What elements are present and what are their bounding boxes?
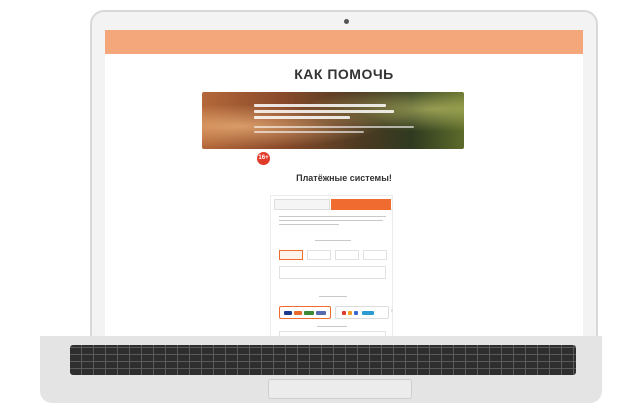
wallet-logo-icon bbox=[342, 311, 346, 315]
hero-glow bbox=[202, 92, 464, 149]
hero-banner bbox=[202, 92, 464, 149]
camera-icon bbox=[344, 19, 349, 24]
wallet-logo-icon bbox=[348, 311, 352, 315]
description-text-line bbox=[279, 216, 386, 217]
hero-text-line bbox=[254, 104, 386, 107]
laptop-keyboard bbox=[70, 345, 576, 375]
description-text-line bbox=[279, 220, 383, 221]
laptop-trackpad bbox=[268, 379, 412, 399]
tab-monthly[interactable] bbox=[331, 199, 391, 210]
age-rating-badge: 16+ bbox=[257, 152, 270, 165]
wallet-logo-icon bbox=[354, 311, 358, 315]
payment-systems-heading: Платёжные системы! bbox=[296, 173, 392, 183]
wallet-logo-icon bbox=[362, 311, 374, 315]
donation-form: › bbox=[270, 195, 393, 342]
payment-method-label bbox=[319, 296, 347, 297]
amount-section-label bbox=[315, 240, 351, 241]
amount-option[interactable] bbox=[335, 250, 359, 260]
amount-option[interactable] bbox=[307, 250, 331, 260]
card-payment-option[interactable] bbox=[279, 306, 331, 319]
mir-logo-icon bbox=[304, 311, 314, 315]
hero-subtext-line bbox=[254, 126, 414, 128]
site-header-bar bbox=[105, 30, 583, 54]
tab-one-time[interactable] bbox=[274, 199, 330, 210]
amount-option[interactable] bbox=[363, 250, 387, 260]
hero-subtext-line bbox=[254, 131, 364, 133]
laptop-screen: КАК ПОМОЧЬ 16+ Платёжные системы! › bbox=[105, 30, 583, 342]
mastercard-logo-icon bbox=[294, 311, 302, 315]
contact-section-label bbox=[317, 326, 347, 327]
chevron-right-icon[interactable]: › bbox=[391, 308, 393, 314]
visa-logo-icon bbox=[284, 311, 292, 315]
description-text-line bbox=[279, 224, 339, 225]
wallet-payment-option[interactable] bbox=[335, 306, 389, 319]
card-logo-icon bbox=[316, 311, 326, 315]
hero-text-line bbox=[254, 110, 394, 113]
custom-amount-field[interactable] bbox=[279, 266, 386, 279]
page-title: КАК ПОМОЧЬ bbox=[294, 66, 394, 82]
hero-text-line bbox=[254, 116, 350, 119]
amount-option[interactable] bbox=[279, 250, 303, 260]
